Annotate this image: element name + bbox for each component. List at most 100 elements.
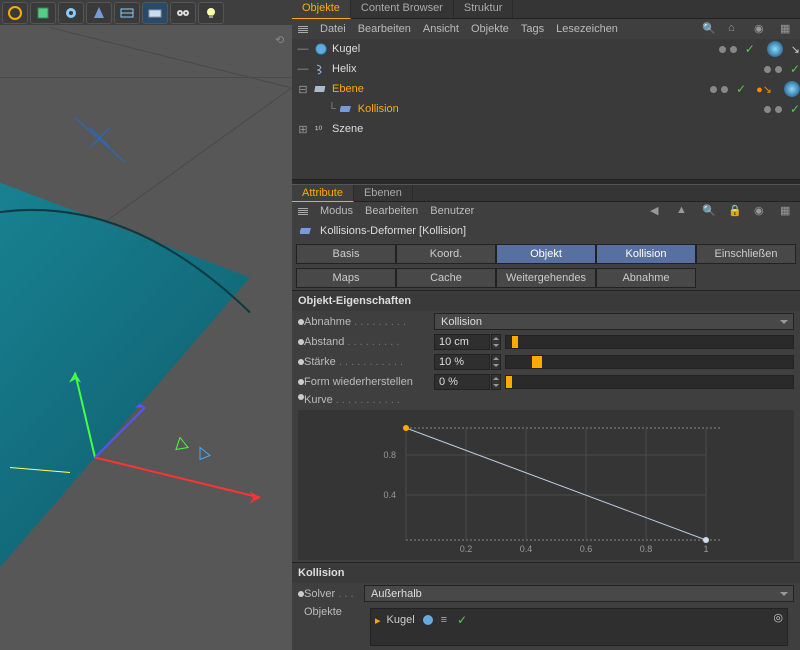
deformer-icon [340, 102, 354, 116]
dynamics-tag-icon[interactable] [784, 81, 800, 97]
tab-structure[interactable]: Struktur [454, 0, 514, 18]
dynamics-tag-icon[interactable] [767, 41, 783, 57]
prop-kurve: Kurve . . . . . . . . . . . [292, 392, 800, 408]
menu-bookmarks[interactable]: Lesezeichen [556, 23, 618, 35]
tool-cone-icon[interactable] [86, 2, 112, 24]
form-slider[interactable] [505, 375, 794, 389]
tool-grid-icon[interactable] [114, 2, 140, 24]
3d-viewport[interactable]: ⟲ [0, 25, 292, 650]
tree-label: Ebene [332, 83, 364, 95]
tool-plane-icon[interactable] [142, 2, 168, 24]
eye-icon[interactable]: ◉ [754, 22, 768, 36]
list-item[interactable]: ▸ Kugel ≡ ✓ [375, 613, 783, 627]
tree-row-ebene[interactable]: ⊟ Ebene ✓ ●↘ [292, 79, 800, 99]
staerke-slider[interactable] [505, 355, 794, 369]
svg-text:0.8: 0.8 [640, 544, 653, 554]
tab-objects[interactable]: Objekte [292, 0, 351, 19]
prop-abstand: Abstand . . . . . . . . . 10 cm [292, 332, 800, 352]
section-kollision: Kollision [292, 562, 800, 583]
arrow-tag-icon[interactable]: ↘ [791, 43, 800, 56]
staerke-input[interactable]: 10 % [434, 354, 490, 370]
menu-mode[interactable]: Modus [320, 205, 353, 217]
solver-dropdown[interactable]: Außerhalb [364, 585, 794, 602]
search-icon[interactable]: 🔍 [702, 22, 716, 36]
abnahme-dropdown[interactable]: Kollision [434, 313, 794, 330]
deformer-icon [300, 224, 314, 238]
tree-row-kugel[interactable]: — Kugel ✓ ↘ [292, 39, 800, 59]
attrtab-maps[interactable]: Maps [296, 268, 396, 288]
search-icon[interactable]: 🔍 [702, 204, 716, 218]
prop-label: Form wiederherstellen [304, 376, 434, 388]
attrtab-koord[interactable]: Koord. [396, 244, 496, 264]
attrtab-basis[interactable]: Basis [296, 244, 396, 264]
object-tree[interactable]: — Kugel ✓ ↘ — Helix ✓ ⊟ Ebene ✓ ●↘ └ Kol… [292, 39, 800, 179]
attrtab-einschliessen[interactable]: Einschließen [696, 244, 796, 264]
menu-user[interactable]: Benutzer [430, 205, 474, 217]
sphere-icon [314, 42, 328, 56]
tab-attribute[interactable]: Attribute [292, 185, 354, 202]
abstand-input[interactable]: 10 cm [434, 334, 490, 350]
tree-label: Szene [332, 123, 363, 135]
tree-label: Helix [332, 63, 356, 75]
attrtab-kollision[interactable]: Kollision [596, 244, 696, 264]
enable-check-icon[interactable]: ✓ [457, 613, 467, 627]
svg-text:0.6: 0.6 [580, 544, 593, 554]
back-icon[interactable]: ◀ [650, 204, 664, 218]
home-icon[interactable]: ⌂ [728, 22, 742, 36]
grip-icon [298, 208, 308, 215]
spinner[interactable] [491, 374, 501, 390]
attrtab-objekt[interactable]: Objekt [496, 244, 596, 264]
attribute-tabs: Attribute Ebenen [292, 185, 800, 202]
menu-tags[interactable]: Tags [521, 23, 544, 35]
tree-row-helix[interactable]: — Helix ✓ [292, 59, 800, 79]
attrtab-cache[interactable]: Cache [396, 268, 496, 288]
object-manager-menu: Datei Bearbeiten Ansicht Objekte Tags Le… [292, 19, 800, 39]
tab-layers[interactable]: Ebenen [354, 185, 413, 201]
target-icon[interactable]: ◎ [773, 611, 783, 624]
svg-text:¹⁰: ¹⁰ [315, 125, 322, 136]
collision-object-list[interactable]: ▸ Kugel ≡ ✓ ◎ [370, 608, 788, 646]
menu-edit[interactable]: Bearbeiten [365, 205, 418, 217]
tool-cube-icon[interactable] [30, 2, 56, 24]
enable-check-icon[interactable]: ✓ [745, 42, 755, 56]
curve-editor[interactable]: 0.8 0.4 0.2 0.4 0.6 0.8 1 [298, 410, 794, 560]
layout-icon[interactable]: ▦ [780, 204, 794, 218]
abstand-slider[interactable] [505, 335, 794, 349]
tree-row-kollision[interactable]: └ Kollision ✓ [292, 99, 800, 119]
lock-icon[interactable]: 🔒 [728, 204, 742, 218]
enable-check-icon[interactable]: ✓ [736, 82, 746, 96]
tool-ring-icon[interactable] [2, 2, 28, 24]
tree-row-szene[interactable]: ⊞ ¹⁰ Szene [292, 119, 800, 139]
attrtab-abnahme[interactable]: Abnahme [596, 268, 696, 288]
tool-bulb-icon[interactable] [198, 2, 224, 24]
pin-icon[interactable]: ◉ [754, 204, 768, 218]
enable-check-icon[interactable]: ✓ [790, 102, 800, 116]
prop-form: Form wiederherstellen 0 % [292, 372, 800, 392]
tab-content-browser[interactable]: Content Browser [351, 0, 454, 18]
link-icon[interactable]: ●↘ [756, 83, 772, 96]
svg-text:⟲: ⟲ [275, 35, 284, 47]
prop-label: Stärke . . . . . . . . . . . [304, 356, 434, 368]
menu-edit[interactable]: Bearbeiten [358, 23, 411, 35]
list-item-label: Kugel [387, 614, 415, 626]
prop-label: Abnahme . . . . . . . . . [304, 316, 434, 328]
enable-check-icon[interactable]: ✓ [790, 62, 800, 76]
layout-icon[interactable]: ▦ [780, 22, 794, 36]
form-input[interactable]: 0 % [434, 374, 490, 390]
prop-abnahme: Abnahme . . . . . . . . . Kollision [292, 311, 800, 332]
prop-label: Objekte [304, 606, 364, 618]
menu-file[interactable]: Datei [320, 23, 346, 35]
tool-gear-icon[interactable] [58, 2, 84, 24]
attrtab-weitergehendes[interactable]: Weitergehendes [496, 268, 596, 288]
attribute-menu: Modus Bearbeiten Benutzer ◀ ▲ 🔍 🔒 ◉ ▦ [292, 202, 800, 220]
spinner[interactable] [491, 334, 501, 350]
sphere-icon [421, 613, 435, 627]
attribute-title-bar: Kollisions-Deformer [Kollision] [292, 220, 800, 242]
menu-objects[interactable]: Objekte [471, 23, 509, 35]
up-icon[interactable]: ▲ [676, 204, 690, 218]
spinner[interactable] [491, 354, 501, 370]
svg-text:0.4: 0.4 [520, 544, 533, 554]
menu-view[interactable]: Ansicht [423, 23, 459, 35]
tool-eyes-icon[interactable] [170, 2, 196, 24]
scene-icon: ¹⁰ [314, 122, 328, 136]
